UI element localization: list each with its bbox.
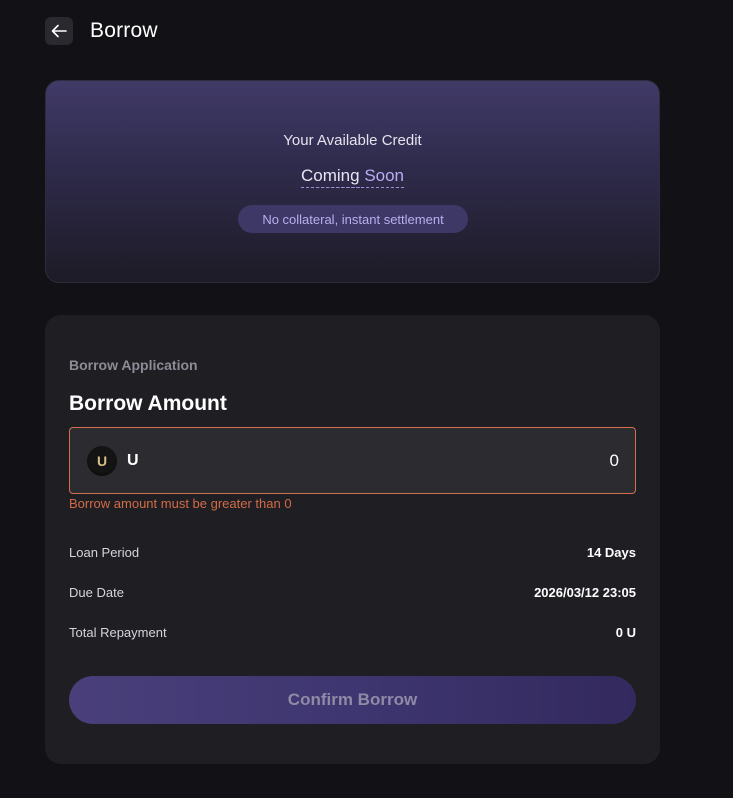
token-u-icon: U <box>87 445 117 476</box>
available-credit-card: Your Available Credit Coming Soon No col… <box>45 80 660 283</box>
loan-period-value: 14 Days <box>586 545 636 560</box>
borrow-amount-input[interactable]: U U 0 <box>69 427 636 494</box>
page-title: Borrow <box>90 19 158 42</box>
total-repayment-row: Total Repayment 0 U <box>69 625 636 640</box>
confirm-borrow-button[interactable]: Confirm Borrow <box>69 676 636 724</box>
due-date-label: Due Date <box>69 585 124 600</box>
total-repayment-label: Total Repayment <box>69 625 167 640</box>
credit-label: Your Available Credit <box>283 132 422 149</box>
section-label: Borrow Application <box>69 357 198 373</box>
due-date-row: Due Date 2026/03/12 23:05 <box>69 585 636 600</box>
credit-value: Coming Soon <box>46 166 659 188</box>
amount-error-message: Borrow amount must be greater than 0 <box>69 496 292 511</box>
back-button[interactable] <box>45 17 73 45</box>
page-header: Borrow <box>45 17 158 45</box>
total-repayment-value: 0 U <box>615 625 636 640</box>
credit-value-part2: Soon <box>364 166 405 185</box>
due-date-value: 2026/03/12 23:05 <box>534 585 636 600</box>
credit-value-part1: Coming <box>300 166 360 188</box>
borrow-page: Borrow Your Available Credit Coming Soon… <box>0 0 733 798</box>
borrow-amount-title: Borrow Amount <box>69 392 227 415</box>
loan-period-label: Loan Period <box>69 545 140 560</box>
borrow-application-card: Borrow Application Borrow Amount U U 0 B… <box>45 315 660 764</box>
arrow-left-icon <box>51 24 67 38</box>
collateral-badge: No collateral, instant settlement <box>238 205 468 233</box>
loan-period-row: Loan Period 14 Days <box>69 545 636 560</box>
token-symbol: U <box>127 451 139 469</box>
amount-value[interactable]: 0 <box>610 451 619 471</box>
